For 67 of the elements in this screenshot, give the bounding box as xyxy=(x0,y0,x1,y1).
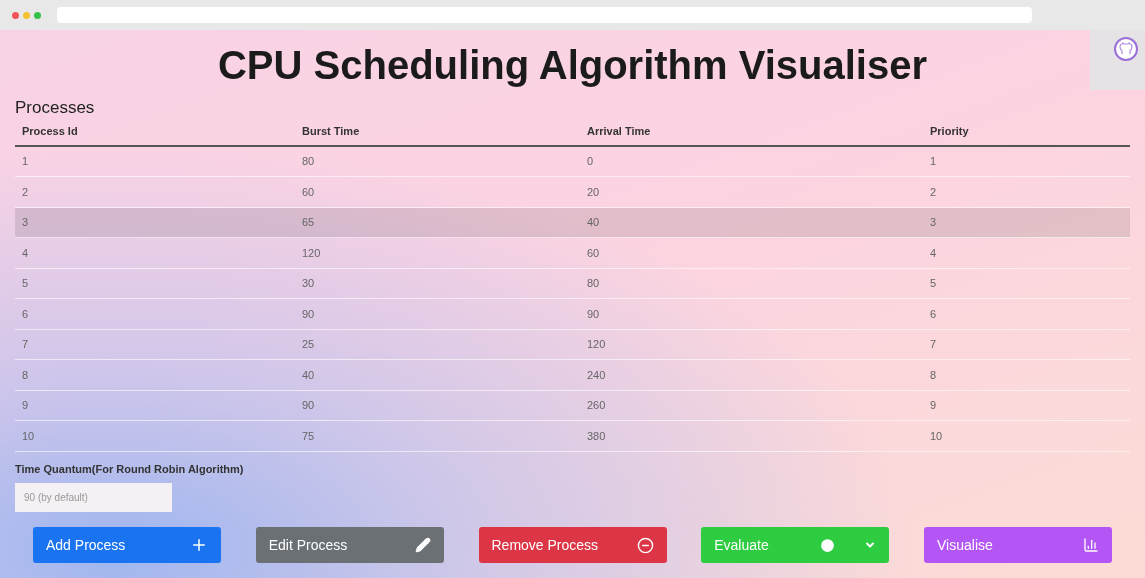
table-cell-text: 65 xyxy=(302,215,316,231)
table-cell-text: 3 xyxy=(22,215,30,231)
table-row[interactable]: 7 25 120 7 xyxy=(15,329,1130,361)
table-cell-text: 60 xyxy=(587,245,601,261)
page-title: CPU Scheduling Algorithm Visualiser xyxy=(217,45,928,85)
field-label: Time Quantum(For Round Robin Algorithm) xyxy=(15,461,245,477)
table-cell-text: 10 xyxy=(930,428,944,444)
table-cell-text: 9 xyxy=(22,398,30,414)
table-row[interactable]: 3 65 40 3 xyxy=(15,207,1130,239)
table-cell-text: 80 xyxy=(302,154,316,170)
table-cell-text: 120 xyxy=(302,245,322,261)
table-cell-text: 6 xyxy=(22,306,30,322)
table-cell-text: 1 xyxy=(22,154,30,170)
table-cell-text: 380 xyxy=(587,428,607,444)
table-cell-text: 5 xyxy=(930,276,938,292)
table-cell-text: 25 xyxy=(302,337,316,353)
github-corner[interactable] xyxy=(1090,30,1145,90)
action-button[interactable]: Visualise xyxy=(924,527,1112,564)
table-cell-text: 90 xyxy=(302,398,316,414)
table-cell-text: 8 xyxy=(930,367,938,383)
table-cell-text: 20 xyxy=(587,184,601,200)
bar-chart-icon xyxy=(1083,537,1099,554)
table-cell-text: 90 xyxy=(302,306,316,322)
table-cell-text: 40 xyxy=(302,367,316,383)
table-cell-text: 120 xyxy=(587,337,607,353)
column-header: Process Id xyxy=(22,124,79,140)
table-row[interactable]: 5 30 80 5 xyxy=(15,268,1130,300)
table-row[interactable]: 4 120 60 4 xyxy=(15,238,1130,269)
table-row[interactable]: 10 75 380 10 xyxy=(15,421,1130,452)
column-header: Arrival Time xyxy=(587,124,652,140)
table-cell-text: 7 xyxy=(930,337,938,353)
pencil-icon xyxy=(414,537,431,554)
table-cell-text: 10 xyxy=(22,428,36,444)
table-row[interactable]: 1 80 0 1 xyxy=(15,146,1130,178)
table-cell-text: 75 xyxy=(302,428,316,444)
table-cell-text: 90 xyxy=(587,306,601,322)
table-cell-text: 6 xyxy=(930,306,938,322)
table-cell-text: 80 xyxy=(587,276,601,292)
column-header: Priority xyxy=(930,124,970,140)
table-row[interactable]: 8 40 240 8 xyxy=(15,360,1130,391)
time-quantum-field[interactable]: 90 (by default) xyxy=(15,483,172,513)
action-button[interactable]: Add Process xyxy=(33,527,221,564)
table-cell-text: 240 xyxy=(587,367,607,383)
table-cell-text: 7 xyxy=(22,337,30,353)
table-cell-text: 1 xyxy=(930,154,938,170)
action-button[interactable]: Remove Process xyxy=(478,527,667,564)
table-cell-text: 5 xyxy=(22,276,30,292)
table-cell-text: 40 xyxy=(587,215,601,231)
action-button[interactable]: Edit Process xyxy=(255,527,444,564)
column-header: Burst Time xyxy=(302,124,361,140)
table-cell-text: 2 xyxy=(930,184,938,200)
table-cell-text: 4 xyxy=(22,245,30,261)
github-icon xyxy=(1113,36,1139,62)
table-cell-text: 60 xyxy=(302,184,316,200)
minus-circle-icon xyxy=(636,536,654,554)
table-row[interactable]: 9 90 260 9 xyxy=(15,390,1130,422)
table-cell-text: 260 xyxy=(587,398,607,414)
table-row[interactable]: 2 60 20 2 xyxy=(15,177,1130,208)
table-cell-text: 8 xyxy=(22,367,30,383)
table-cell-text: 4 xyxy=(930,245,938,261)
section-heading: Processes xyxy=(15,97,96,119)
table-row[interactable]: 6 90 90 6 xyxy=(15,299,1130,330)
table-cell-text: 0 xyxy=(587,154,595,170)
table-cell-text: 30 xyxy=(302,276,316,292)
table-cell-text: 9 xyxy=(930,398,938,414)
table-cell-text: 3 xyxy=(930,215,938,231)
table-cell-text: 2 xyxy=(22,184,30,200)
